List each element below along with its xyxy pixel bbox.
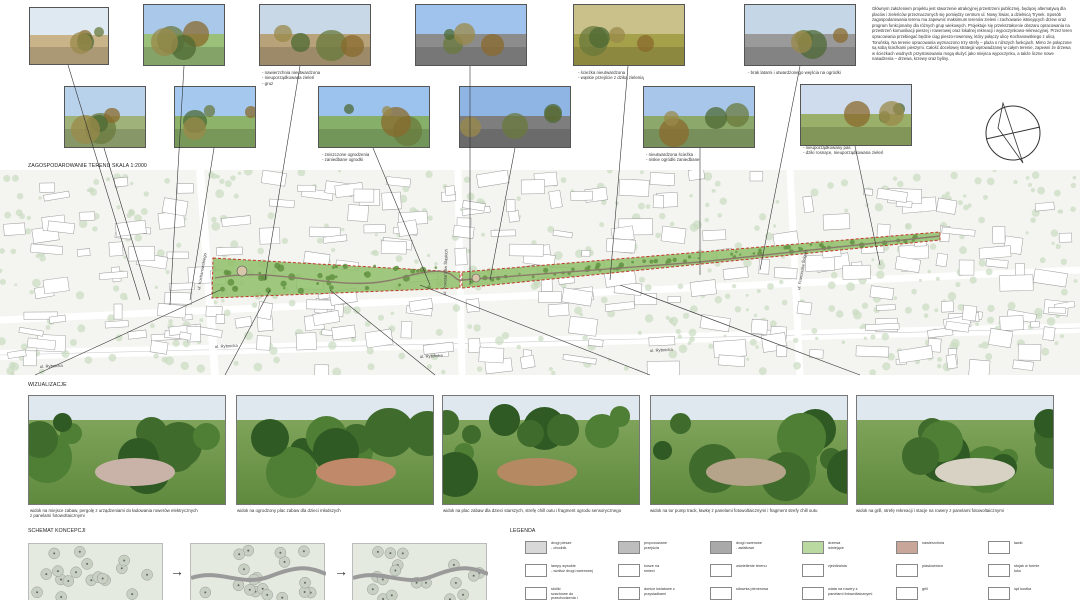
legend-swatch xyxy=(988,587,1010,600)
legend-swatch xyxy=(710,541,732,554)
legend-swatch xyxy=(896,541,918,554)
legend-swatch xyxy=(710,564,732,577)
legend-swatch xyxy=(618,541,640,554)
legend-swatch xyxy=(802,587,824,600)
visualization-render xyxy=(236,395,434,505)
leader-line xyxy=(329,289,436,376)
leader-line xyxy=(854,145,881,266)
visualization-render xyxy=(442,395,640,505)
concept-scheme xyxy=(190,543,327,600)
leader-line xyxy=(34,289,221,376)
leader-line xyxy=(103,147,151,301)
render-caption: widok na tor pump track, ławkę z panelam… xyxy=(650,508,818,513)
concept-scheme xyxy=(352,543,489,600)
leader-line xyxy=(759,65,801,271)
legend-title: LEGENDA xyxy=(510,528,536,534)
visualization-render xyxy=(28,395,226,505)
legend-label: ławki xyxy=(1014,541,1023,545)
concept-scheme xyxy=(28,543,163,600)
legend-swatch xyxy=(802,564,824,577)
legend-label: proponowane przejścia xyxy=(644,541,668,550)
legend-label: stojak w formie łuku xyxy=(1014,564,1040,573)
leader-line xyxy=(189,147,215,301)
legend-label: grill xyxy=(922,587,928,591)
legend-label: wiata na rowery z panelami fotowoltaiczn… xyxy=(828,587,873,596)
leader-lines xyxy=(34,64,881,376)
leader-line xyxy=(372,147,431,286)
leader-line xyxy=(224,289,271,376)
legend-swatch xyxy=(802,541,824,554)
legend-label: ląd kostka xyxy=(1014,587,1032,591)
legend-label: donice kwiatowe z przysiadkami xyxy=(644,587,675,596)
legend-swatch xyxy=(710,587,732,600)
leader-line xyxy=(619,284,861,376)
concept-arrow-icon: → xyxy=(170,563,184,579)
legend-label: piaskownica xyxy=(922,564,943,568)
leader-line xyxy=(489,147,516,281)
legend-swatch xyxy=(525,541,547,554)
legend-label: siłownia plenerowa xyxy=(736,587,769,591)
visualization-render xyxy=(650,395,848,505)
legend-swatch xyxy=(988,541,1010,554)
concept-title: SCHEMAT KONCEPCJI xyxy=(28,528,86,534)
leader-line xyxy=(67,64,141,301)
visualization-render xyxy=(856,395,1054,505)
render-caption: widok na ogrodzony plac zabaw dla dzieci… xyxy=(237,508,341,513)
legend-swatch xyxy=(525,564,547,577)
legend-label: drogi rowerowe - asfaltowe xyxy=(736,541,762,550)
legend-swatch xyxy=(988,564,1010,577)
leader-line xyxy=(609,65,629,281)
legend-swatch xyxy=(896,564,918,577)
concept-arrow-icon: → xyxy=(334,563,348,579)
legend-label: stoliki szachowe do przechodzenia i sied… xyxy=(551,587,578,600)
legend-label: drogi piesze - chodnik xyxy=(551,541,572,550)
leader-line xyxy=(169,65,185,306)
render-caption: widok na grill, strefę rekreacji i stacj… xyxy=(856,508,1004,513)
legend-label: nawierzchnia xyxy=(922,541,945,545)
legend-label: kosze na śmieci xyxy=(644,564,660,573)
leader-line xyxy=(419,284,651,376)
render-caption: widok na plac zabaw dla dzieci starszych… xyxy=(443,508,622,513)
legend-swatch xyxy=(618,587,640,600)
leader-line xyxy=(264,65,301,281)
legend-label: zjeżdżalnia xyxy=(828,564,847,568)
legend-swatch xyxy=(618,564,640,577)
render-caption: widok na miejsce zabaw, pergolę z urządz… xyxy=(30,508,198,519)
legend-swatch xyxy=(525,587,547,600)
legend-label: oświetlenie terenu xyxy=(736,564,767,568)
legend-swatch xyxy=(896,587,918,600)
legend-label: drzewa istniejące xyxy=(828,541,844,550)
legend-label: lampy wysokie - wzdłuż drogi rowerowej xyxy=(551,564,593,573)
visualizations-title: WIZUALIZACJE xyxy=(28,382,67,388)
